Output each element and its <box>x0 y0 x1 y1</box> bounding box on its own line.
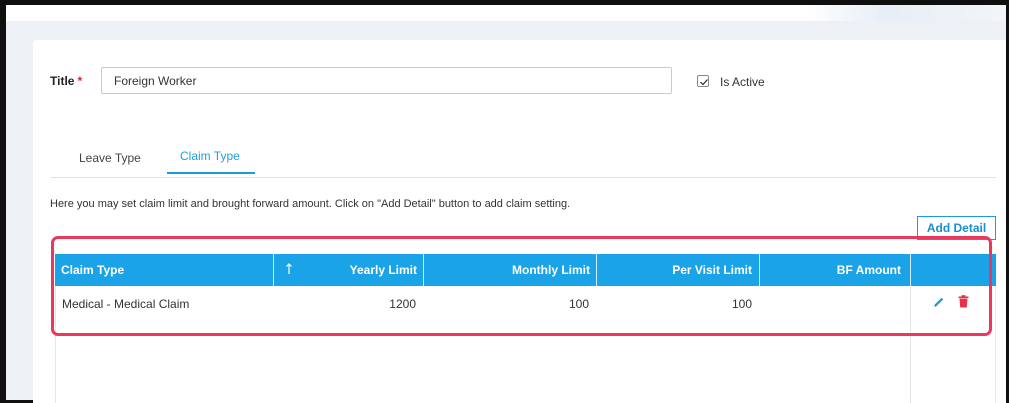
tab-leave-type[interactable]: Leave Type <box>79 151 141 165</box>
active-tab-indicator <box>167 172 255 174</box>
title-label-text: Title <box>50 74 75 88</box>
cell-yearly-limit: 1200 <box>389 297 416 311</box>
action-column-divider <box>910 286 911 403</box>
tab-claim-type[interactable]: Claim Type <box>180 149 240 163</box>
column-divider <box>910 254 911 286</box>
cell-claim-type: Medical - Medical Claim <box>62 297 190 311</box>
add-detail-button[interactable]: Add Detail <box>917 216 996 240</box>
column-header-claim-type[interactable]: Claim Type <box>61 254 271 286</box>
top-strip <box>6 5 1006 21</box>
column-header-per-visit-limit[interactable]: Per Visit Limit <box>597 254 752 286</box>
column-header-monthly-limit[interactable]: Monthly Limit <box>424 254 590 286</box>
required-marker: * <box>77 74 83 88</box>
cell-monthly-limit: 100 <box>568 297 589 311</box>
title-label: Title * <box>50 74 82 88</box>
column-header-bf-amount[interactable]: BF Amount <box>760 254 901 286</box>
cell-per-visit-limit: 100 <box>731 297 752 311</box>
is-active-label[interactable]: Is Active <box>720 75 765 89</box>
tab-divider <box>50 177 996 178</box>
pencil-icon[interactable] <box>933 296 945 308</box>
is-active-checkbox[interactable] <box>697 75 709 87</box>
column-header-yearly-limit[interactable]: Yearly Limit <box>274 254 417 286</box>
check-icon <box>700 79 708 86</box>
table-header: Claim Type Yearly Limit Monthly Limit Pe… <box>55 254 996 286</box>
trash-icon[interactable] <box>958 295 969 308</box>
title-input[interactable] <box>101 67 672 94</box>
info-text: Here you may set claim limit and brought… <box>50 198 571 210</box>
